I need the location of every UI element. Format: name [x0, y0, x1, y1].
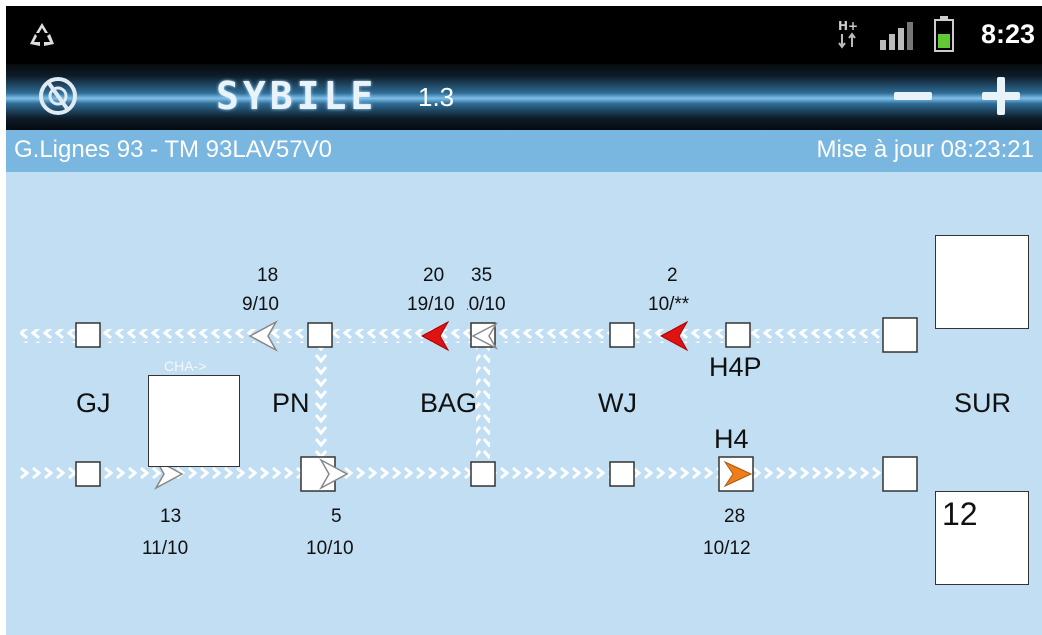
station-sur: SUR	[954, 388, 1012, 418]
zoom-out-button[interactable]	[890, 73, 936, 119]
signal-icon	[880, 22, 913, 50]
app-version: 1.3	[418, 82, 455, 112]
battery-icon	[934, 16, 954, 52]
signal-square	[470, 461, 496, 487]
connector-pn	[313, 346, 327, 464]
train-35-number: 35	[471, 265, 493, 286]
counter-value: 12	[942, 496, 978, 532]
train-20-number: 20	[423, 265, 445, 286]
signal-square	[725, 322, 751, 348]
app-logo-icon[interactable]	[36, 74, 80, 118]
station-bag: BAG	[420, 388, 478, 418]
app-window: H+ 8:23 SYBILE 1.3 G.Lignes 93 - TM 93LA…	[6, 6, 1042, 635]
station-wj: WJ	[598, 388, 637, 418]
train-18-ratio: 9/10	[242, 294, 279, 315]
platform-lower: H4	[714, 424, 749, 454]
upper-track	[20, 329, 900, 343]
update-time: Mise à jour 08:23:21	[816, 136, 1034, 163]
station-gj: GJ	[76, 388, 111, 418]
status-bar: H+ 8:23	[6, 6, 1042, 64]
network-type-label: H+	[838, 19, 858, 33]
track-label: CHA->	[164, 358, 207, 374]
train-13-ratio: 11/10	[142, 538, 189, 559]
train-5-number: 5	[331, 506, 342, 527]
signal-square	[75, 461, 101, 487]
zone-box-sur	[935, 235, 1029, 329]
station-pn: PN	[272, 388, 310, 418]
signal-square	[307, 322, 333, 348]
app-bar: SYBILE 1.3	[6, 64, 1042, 130]
info-bar: G.Lignes 93 - TM 93LAV57V0 Mise à jour 0…	[6, 130, 1042, 172]
train-18-number: 18	[257, 265, 279, 286]
platform-upper: H4P	[709, 352, 762, 382]
signal-square	[609, 322, 635, 348]
network-type-icon: H+	[838, 19, 858, 49]
zoom-in-button[interactable]	[978, 73, 1024, 119]
train-28-ratio: 10/12	[703, 538, 751, 559]
train-5-ratio: 10/10	[306, 538, 354, 559]
line-title: G.Lignes 93 - TM 93LAV57V0	[14, 136, 332, 163]
signal-square	[882, 317, 918, 353]
signal-square	[882, 456, 918, 492]
zone-box-gj	[148, 375, 240, 467]
connector-bag	[476, 346, 490, 464]
track-diagram: 12 CHA-> 18 9/10 20 19/10 35 10/10 2 10/…	[6, 172, 1042, 635]
counter-box[interactable]: 12	[935, 491, 1029, 585]
recycle-icon	[30, 23, 54, 46]
app-title: SYBILE	[216, 74, 378, 118]
train-2-ratio: 10/**	[648, 294, 690, 315]
train-2-number: 2	[667, 265, 678, 286]
train-20-ratio: 19/10	[407, 294, 455, 315]
train-13-number: 13	[160, 506, 182, 527]
lower-track	[20, 467, 900, 481]
clock: 8:23	[981, 19, 1036, 49]
signal-square	[609, 461, 635, 487]
train-28-number: 28	[724, 506, 746, 527]
signal-square	[75, 322, 101, 348]
